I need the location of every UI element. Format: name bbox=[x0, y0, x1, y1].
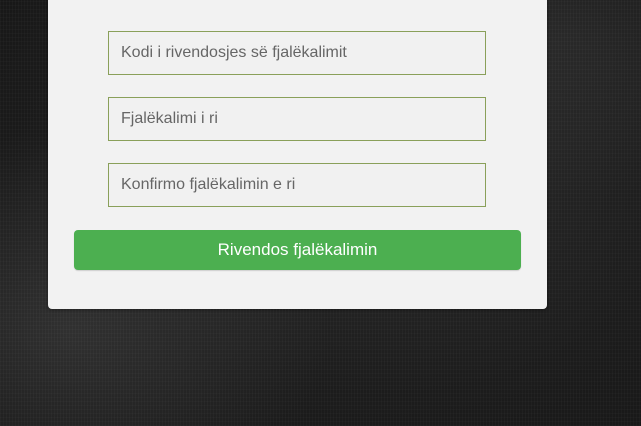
reset-password-card: Rivendos fjalëkalimin bbox=[48, 0, 547, 309]
reset-code-input[interactable] bbox=[108, 31, 486, 75]
new-password-input[interactable] bbox=[108, 97, 486, 141]
confirm-password-input[interactable] bbox=[108, 163, 486, 207]
reset-password-button[interactable]: Rivendos fjalëkalimin bbox=[74, 230, 521, 270]
